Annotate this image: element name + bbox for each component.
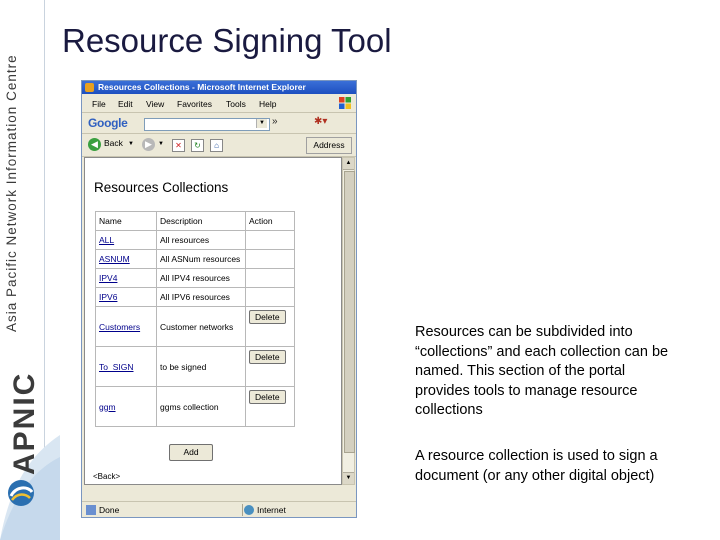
- table-row: ASNUM All ASNum resources: [95, 249, 295, 269]
- standard-toolbar: ◀ Back ▼ ▶ ▼ ✕ ↻ ⌂ Address: [82, 134, 356, 157]
- slide-title: Resource Signing Tool: [62, 22, 392, 59]
- scroll-up-icon[interactable]: ▲: [343, 158, 354, 170]
- apnic-logo-icon: [8, 480, 34, 506]
- collection-action-cell: [245, 268, 295, 288]
- collection-description: All IPV6 resources: [156, 287, 246, 307]
- delete-button-to-sign[interactable]: Delete: [249, 350, 286, 364]
- menu-file[interactable]: File: [92, 99, 106, 109]
- ie-icon: [85, 83, 94, 92]
- home-icon[interactable]: ⌂: [210, 139, 223, 152]
- collection-description: to be signed: [156, 346, 246, 387]
- menu-help[interactable]: Help: [259, 99, 276, 109]
- collection-action-cell: [245, 249, 295, 269]
- table-row: Customers Customer networks Delete: [95, 306, 295, 347]
- status-bar: Done Internet: [82, 501, 356, 517]
- page-heading: Resources Collections: [94, 180, 229, 195]
- table-row: IPV6 All IPV6 resources: [95, 287, 295, 307]
- page-done-icon: [86, 505, 96, 515]
- menu-view[interactable]: View: [146, 99, 164, 109]
- collection-link-ipv4[interactable]: IPV4: [99, 273, 117, 283]
- collection-description: All resources: [156, 230, 246, 250]
- table-row: IPV4 All IPV4 resources: [95, 268, 295, 288]
- status-zone-text: Internet: [257, 505, 286, 515]
- google-toolbar: Google ▼ » ✱▾: [82, 113, 356, 134]
- internet-zone-icon: [244, 505, 254, 515]
- brand-strip: Asia Pacific Network Information Centre …: [0, 0, 60, 540]
- collection-link-customers[interactable]: Customers: [99, 322, 140, 332]
- apnic-wordmark: APNIC: [8, 371, 41, 475]
- column-header-action: Action: [245, 211, 295, 231]
- stop-icon[interactable]: ✕: [172, 139, 185, 152]
- collection-link-asnum[interactable]: ASNUM: [99, 254, 130, 264]
- brand-vertical-text: Asia Pacific Network Information Centre: [4, 54, 19, 332]
- delete-button-customers[interactable]: Delete: [249, 310, 286, 324]
- collection-description: Customer networks: [156, 306, 246, 347]
- table-row: To_SIGN to be signed Delete: [95, 346, 295, 387]
- table-header-row: Name Description Action: [95, 211, 295, 231]
- forward-dropdown-icon[interactable]: ▼: [158, 141, 164, 147]
- windows-flag-icon: [339, 97, 351, 109]
- collection-link-to-sign[interactable]: To_SIGN: [99, 362, 134, 372]
- google-search-input[interactable]: [144, 118, 270, 131]
- back-link[interactable]: <Back>: [93, 472, 120, 481]
- scroll-thumb[interactable]: [344, 171, 355, 453]
- collection-link-ggm[interactable]: ggm: [99, 402, 116, 412]
- google-logo: Google: [88, 116, 128, 130]
- window-titlebar[interactable]: Resources Collections - Microsoft Intern…: [82, 81, 356, 94]
- description-paragraph-1: Resources can be subdivided into “collec…: [415, 324, 669, 418]
- google-options-icon[interactable]: ✱▾: [314, 116, 327, 127]
- back-button[interactable]: Back: [104, 138, 123, 148]
- back-dropdown-icon[interactable]: ▼: [128, 141, 134, 147]
- refresh-icon[interactable]: ↻: [191, 139, 204, 152]
- collection-description: All IPV4 resources: [156, 268, 246, 288]
- collection-link-all[interactable]: ALL: [99, 235, 114, 245]
- window-title: Resources Collections - Microsoft Intern…: [98, 82, 306, 92]
- status-done-text: Done: [99, 505, 120, 515]
- description-paragraph-2: A resource collection is used to sign a …: [415, 448, 658, 484]
- menu-tools[interactable]: Tools: [226, 99, 246, 109]
- status-divider: [242, 504, 243, 516]
- column-header-name: Name: [95, 211, 157, 231]
- menu-edit[interactable]: Edit: [118, 99, 133, 109]
- page-viewport: Resources Collections Name Description A…: [84, 157, 342, 485]
- collection-link-ipv6[interactable]: IPV6: [99, 292, 117, 302]
- address-button[interactable]: Address: [306, 137, 352, 154]
- collections-table: Name Description Action ALL All resource…: [95, 211, 295, 427]
- google-dropdown-icon[interactable]: ▼: [256, 119, 267, 128]
- delete-button-ggm[interactable]: Delete: [249, 390, 286, 404]
- vertical-scrollbar[interactable]: ▲ ▼: [342, 157, 355, 485]
- browser-window: Resources Collections - Microsoft Intern…: [81, 80, 357, 518]
- menu-bar: File Edit View Favorites Tools Help: [82, 94, 356, 113]
- column-header-description: Description: [156, 211, 246, 231]
- table-row: ggm ggms collection Delete: [95, 386, 295, 427]
- collection-description: ggms collection: [156, 386, 246, 427]
- menu-favorites[interactable]: Favorites: [177, 99, 212, 109]
- collection-action-cell: [245, 287, 295, 307]
- add-collection-button[interactable]: Add: [169, 444, 213, 461]
- collection-action-cell: [245, 230, 295, 250]
- scroll-down-icon[interactable]: ▼: [343, 472, 354, 484]
- collection-description: All ASNum resources: [156, 249, 246, 269]
- table-row: ALL All resources: [95, 230, 295, 250]
- forward-arrow-icon[interactable]: ▶: [142, 138, 155, 151]
- back-arrow-icon[interactable]: ◀: [88, 138, 101, 151]
- toolbar-more-icon[interactable]: »: [272, 116, 278, 127]
